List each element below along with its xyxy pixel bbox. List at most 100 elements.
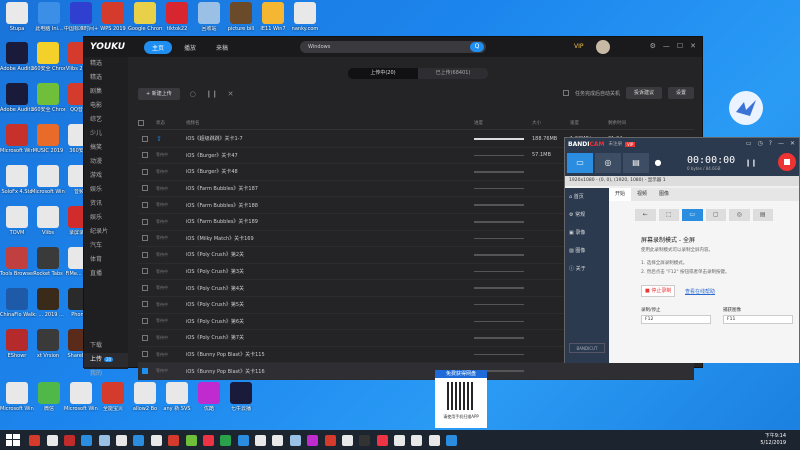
hotkey-rec-field[interactable]: F12 <box>641 315 711 324</box>
new-upload-button[interactable]: + 新建上传 <box>138 88 180 100</box>
start-icon[interactable]: ○ <box>190 90 196 98</box>
desktop-icon[interactable]: Adobe Audition <box>0 83 34 123</box>
taskbar-app-icon[interactable] <box>341 434 353 446</box>
online-help-link[interactable]: 查看在线帮助 <box>685 288 715 295</box>
sidebar-item-category[interactable]: 资讯 <box>84 197 128 211</box>
sidebar-item-category[interactable]: 搞笑 <box>84 141 128 155</box>
tab-uploaded[interactable]: 已上传(68401) <box>418 68 488 79</box>
desktop-icon[interactable]: Tools Browser <box>0 247 34 287</box>
desktop-icon[interactable]: xt Vrsion <box>31 329 65 369</box>
close-icon[interactable]: ✕ <box>790 140 795 147</box>
table-row[interactable]: 等待中 iOS《Bunny Pop Blast》关卡116 <box>138 363 694 380</box>
row-checkbox-cell[interactable] <box>138 334 156 342</box>
maximize-icon[interactable]: ☐ <box>677 42 683 50</box>
desktop-icon[interactable]: TOVM <box>0 206 34 246</box>
desktop-icon[interactable]: 七牛云播 <box>224 382 258 422</box>
device-mode-icon[interactable]: ▤ <box>752 209 773 221</box>
taskbar-app-icon[interactable] <box>98 434 110 446</box>
row-checkbox[interactable] <box>142 367 148 374</box>
row-checkbox-cell[interactable] <box>138 201 156 209</box>
taskbar-app-icon[interactable] <box>446 434 458 446</box>
taskbar-app-icon[interactable] <box>168 434 180 446</box>
row-checkbox-cell[interactable] <box>138 168 156 176</box>
pause-icon[interactable]: ❙❙ <box>206 90 218 98</box>
row-checkbox[interactable] <box>142 268 148 275</box>
taskbar-app-icon[interactable] <box>185 434 197 446</box>
auto-shutdown-checkbox[interactable] <box>562 90 569 96</box>
row-checkbox-cell[interactable] <box>138 268 156 275</box>
fullscreen-mode-icon[interactable]: ▭ <box>682 209 703 221</box>
search-icon[interactable]: Q <box>470 42 484 52</box>
row-checkbox[interactable] <box>142 318 148 325</box>
row-checkbox[interactable] <box>142 218 148 225</box>
row-checkbox-cell[interactable] <box>138 185 156 192</box>
taskbar-app-icon[interactable] <box>133 434 145 446</box>
taskbar-app-icon[interactable] <box>202 434 214 446</box>
sidebar-item-category[interactable]: 精选 <box>84 57 128 71</box>
row-checkbox[interactable] <box>142 284 148 291</box>
desktop-icon[interactable]: 全能宝贝 <box>96 382 130 422</box>
settings-button[interactable]: 设置 <box>667 87 694 99</box>
tab-start[interactable]: 开始 <box>609 188 632 201</box>
row-checkbox-cell[interactable] <box>138 367 156 375</box>
row-checkbox[interactable] <box>142 152 148 159</box>
search-input[interactable]: Windows Q <box>300 41 486 53</box>
close-icon[interactable]: ✕ <box>690 42 696 50</box>
taskbar-app-icon[interactable] <box>394 434 406 446</box>
stop-record-button[interactable]: ■ 停止录制 <box>641 285 675 297</box>
sidebar-item-category[interactable]: 汽车 <box>84 239 128 253</box>
sidebar-item-home[interactable]: ⌂ 首页 <box>565 188 609 206</box>
row-checkbox-cell[interactable] <box>138 251 156 259</box>
bandicut-button[interactable]: BANDICUT <box>569 343 605 353</box>
row-checkbox[interactable] <box>142 301 148 308</box>
desktop-icon[interactable]: Microsoft Windows <box>31 165 65 205</box>
desktop-icon[interactable]: Microsoft Windows <box>64 382 98 422</box>
minimize-icon[interactable]: — <box>663 42 670 50</box>
sidebar-item-general[interactable]: ⚙ 常规 <box>565 206 609 224</box>
back-icon[interactable]: ← <box>635 209 656 221</box>
desktop-icon[interactable]: any 新 SVS <box>160 382 194 422</box>
desktop-icon[interactable]: Microsoft Windows <box>0 382 34 422</box>
tab-uploading[interactable]: 上传中(20) <box>348 68 418 79</box>
sidebar-item-category[interactable]: 精选 <box>84 71 128 85</box>
select-all-checkbox[interactable] <box>138 120 144 126</box>
row-checkbox-cell[interactable] <box>138 284 156 292</box>
taskbar-app-icon[interactable] <box>46 434 58 446</box>
sidebar-item-about[interactable]: ⓘ 关于 <box>565 260 609 278</box>
desktop-icon[interactable]: ChinaFlo Wallabi... <box>0 288 34 328</box>
row-checkbox-cell[interactable] <box>138 218 156 226</box>
nav-submission[interactable]: 来稿 <box>208 41 236 54</box>
row-checkbox-cell[interactable] <box>138 235 156 242</box>
vip-badge[interactable]: VIP <box>574 43 584 50</box>
settings-icon[interactable]: ⚙ <box>650 42 656 50</box>
row-checkbox[interactable] <box>142 235 148 242</box>
sidebar-item-category[interactable]: 娱乐 <box>84 183 128 197</box>
desktop-icon[interactable]: allow2 Bo <box>128 382 162 422</box>
feedback-button[interactable]: 投诉建议 <box>625 87 662 99</box>
sidebar-item-category[interactable]: 游戏 <box>84 169 128 183</box>
taskbar-app-icon[interactable] <box>220 434 232 446</box>
taskbar-app-icon[interactable] <box>150 434 162 446</box>
nav-home[interactable]: 主页 <box>144 40 173 54</box>
desktop-icon[interactable]: 360安全 Chrome <box>31 42 65 82</box>
desktop-icon[interactable]: Stupa <box>0 2 34 42</box>
desktop-icon[interactable]: EShowr <box>0 329 34 369</box>
avatar[interactable] <box>596 40 610 54</box>
sidebar-item-category[interactable]: 直播 <box>84 267 128 281</box>
desktop-icon[interactable]: 360安全 Chrome <box>31 83 65 123</box>
tab-video[interactable]: 视频 <box>631 188 653 201</box>
row-checkbox[interactable] <box>142 251 148 258</box>
minimize-icon[interactable]: — <box>778 140 784 147</box>
bandicam-vip-badge[interactable]: VIP <box>624 141 636 147</box>
taskbar-app-icon[interactable] <box>63 434 75 446</box>
taskbar-app-icon[interactable] <box>428 434 440 446</box>
game-mode-button[interactable]: ◎ <box>595 153 621 173</box>
device-mode-button[interactable]: ▤ <box>623 153 649 173</box>
sidebar-item-category[interactable]: 娱乐 <box>84 211 128 225</box>
sidebar-item-mine[interactable]: 我的 <box>84 367 128 381</box>
webcam-icon[interactable]: ● <box>651 153 665 173</box>
sidebar-item-upload[interactable]: 上传 20 <box>84 353 128 367</box>
tab-image[interactable]: 图像 <box>653 188 675 201</box>
sidebar-item-category[interactable]: 纪录片 <box>84 225 128 239</box>
help-icon[interactable]: ? <box>769 140 772 147</box>
